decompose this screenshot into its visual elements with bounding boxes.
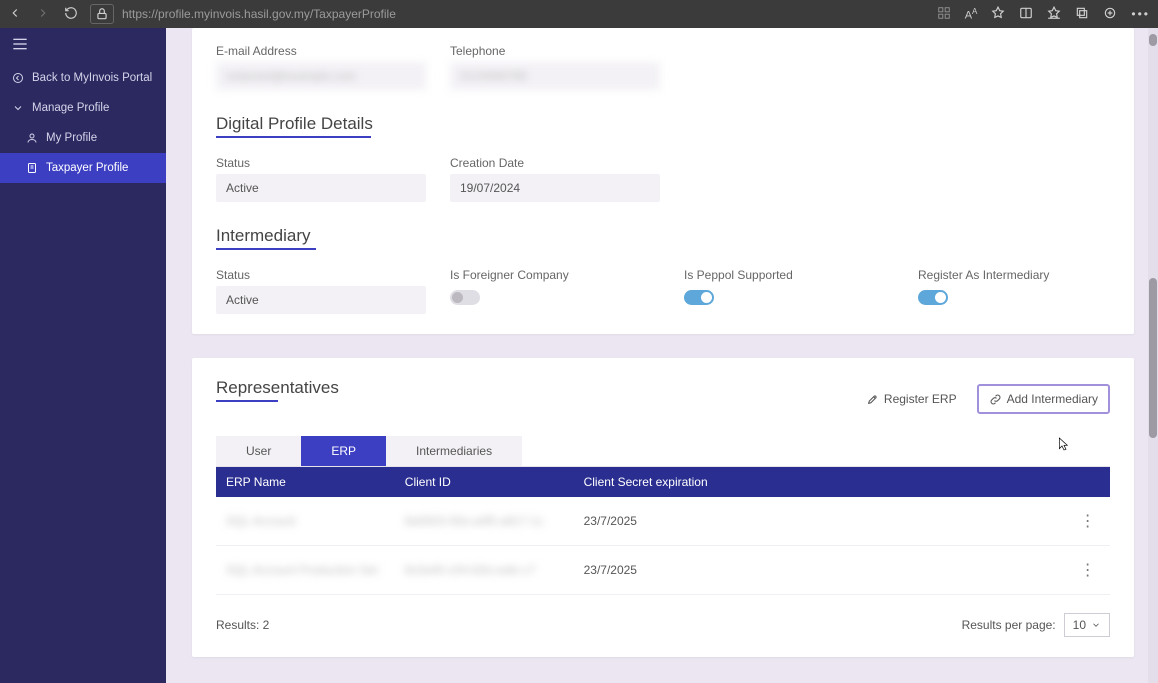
- cell-name: SQL Account Production Set: [226, 563, 378, 577]
- link-icon: [989, 393, 1002, 406]
- table-row: SQL Account Production Set 8c0a45-c04-62…: [216, 546, 1110, 595]
- cell-expiry: 23/7/2025: [574, 497, 1066, 546]
- telephone-label: Telephone: [450, 44, 660, 58]
- peppol-label: Is Peppol Supported: [684, 268, 894, 282]
- creation-date-value: 19/07/2024: [450, 174, 660, 202]
- sidebar-item-taxpayer-profile[interactable]: Taxpayer Profile: [0, 153, 166, 183]
- cell-expiry: 23/7/2025: [574, 546, 1066, 595]
- sidebar-manage-label: Manage Profile: [32, 102, 109, 114]
- email-value: redacted@example.com: [216, 62, 426, 90]
- browser-toolbar: https://profile.myinvois.hasil.gov.my/Ta…: [0, 0, 1158, 28]
- text-size-icon[interactable]: AA: [965, 7, 978, 22]
- back-arrow-icon: [12, 72, 24, 84]
- profile-icon: [26, 162, 38, 174]
- cell-client: 8c0a45-c04-62b-eafe-c7: [405, 563, 536, 577]
- table-row: SQL Account 8a0503-00a-a4f5-a817-1c 23/7…: [216, 497, 1110, 546]
- erp-table: ERP Name Client ID Client Secret expirat…: [216, 467, 1110, 595]
- sidebar-back-label: Back to MyInvois Portal: [32, 72, 152, 84]
- extensions-icon[interactable]: [1103, 6, 1117, 23]
- underline: [216, 248, 316, 250]
- intermediary-section-title: Intermediary: [216, 226, 1110, 246]
- representatives-card: Representatives Register ERP Add Interme…: [192, 358, 1134, 657]
- add-intermediary-label: Add Intermediary: [1007, 392, 1098, 406]
- favorites-list-icon[interactable]: [1047, 6, 1061, 23]
- scrollbar-track[interactable]: [1148, 28, 1158, 683]
- chevron-down-icon: [1091, 620, 1101, 630]
- register-erp-label: Register ERP: [884, 392, 957, 406]
- row-menu-icon[interactable]: ⋮: [1065, 497, 1110, 546]
- underline: [216, 136, 371, 138]
- peppol-toggle[interactable]: [684, 290, 714, 305]
- tab-erp[interactable]: ERP: [301, 436, 386, 466]
- representatives-title: Representatives: [216, 378, 339, 398]
- row-menu-icon[interactable]: ⋮: [1065, 546, 1110, 595]
- cell-client: 8a0503-00a-a4f5-a817-1c: [405, 514, 544, 528]
- scroll-up-icon[interactable]: [1149, 34, 1157, 46]
- per-page-select[interactable]: 10: [1064, 613, 1110, 637]
- cell-name: SQL Account: [226, 514, 296, 528]
- chevron-down-icon: [12, 102, 24, 114]
- person-icon: [26, 132, 38, 144]
- digital-section-title: Digital Profile Details: [216, 114, 1110, 134]
- register-toggle[interactable]: [918, 290, 948, 305]
- results-count: Results: 2: [216, 618, 269, 632]
- int-status-value: Active: [216, 286, 426, 314]
- foreigner-label: Is Foreigner Company: [450, 268, 660, 282]
- sidebar-taxpayer-label: Taxpayer Profile: [46, 162, 128, 174]
- col-expiration: Client Secret expiration: [574, 467, 1066, 497]
- foreigner-toggle[interactable]: [450, 290, 480, 305]
- add-intermediary-button[interactable]: Add Intermediary: [977, 384, 1110, 414]
- rocket-icon: [866, 393, 879, 406]
- main-content: E-mail Address redacted@example.com Tele…: [166, 28, 1158, 683]
- status-label: Status: [216, 156, 426, 170]
- int-status-label: Status: [216, 268, 426, 282]
- creation-date-label: Creation Date: [450, 156, 660, 170]
- collections-icon[interactable]: [1075, 6, 1089, 23]
- favorite-icon[interactable]: [991, 6, 1005, 23]
- hamburger-icon[interactable]: [0, 28, 166, 63]
- col-client-id: Client ID: [395, 467, 574, 497]
- forward-icon[interactable]: [36, 6, 50, 23]
- register-label: Register As Intermediary: [918, 268, 1049, 282]
- tab-intermediaries[interactable]: Intermediaries: [386, 436, 522, 466]
- col-erp-name: ERP Name: [216, 467, 395, 497]
- tab-user[interactable]: User: [216, 436, 301, 466]
- back-icon[interactable]: [8, 6, 22, 23]
- profile-card: E-mail Address redacted@example.com Tele…: [192, 28, 1134, 334]
- split-icon[interactable]: [1019, 6, 1033, 23]
- sidebar-myprofile-label: My Profile: [46, 132, 97, 144]
- status-value: Active: [216, 174, 426, 202]
- scrollbar-thumb[interactable]: [1149, 278, 1157, 438]
- sidebar-item-my-profile[interactable]: My Profile: [0, 123, 166, 153]
- reload-icon[interactable]: [64, 6, 78, 23]
- lock-icon[interactable]: [90, 4, 114, 24]
- email-label: E-mail Address: [216, 44, 426, 58]
- register-erp-button[interactable]: Register ERP: [856, 386, 967, 412]
- per-page-value: 10: [1073, 618, 1086, 632]
- address-bar[interactable]: https://profile.myinvois.hasil.gov.my/Ta…: [122, 7, 396, 21]
- more-icon[interactable]: •••: [1131, 7, 1150, 21]
- underline: [216, 400, 278, 402]
- sidebar: Back to MyInvois Portal Manage Profile M…: [0, 28, 166, 683]
- sidebar-item-manage[interactable]: Manage Profile: [0, 93, 166, 123]
- sidebar-item-back[interactable]: Back to MyInvois Portal: [0, 63, 166, 93]
- per-page-label: Results per page:: [962, 618, 1056, 632]
- app-icon[interactable]: [937, 6, 951, 23]
- telephone-value: 0123456789: [450, 62, 660, 90]
